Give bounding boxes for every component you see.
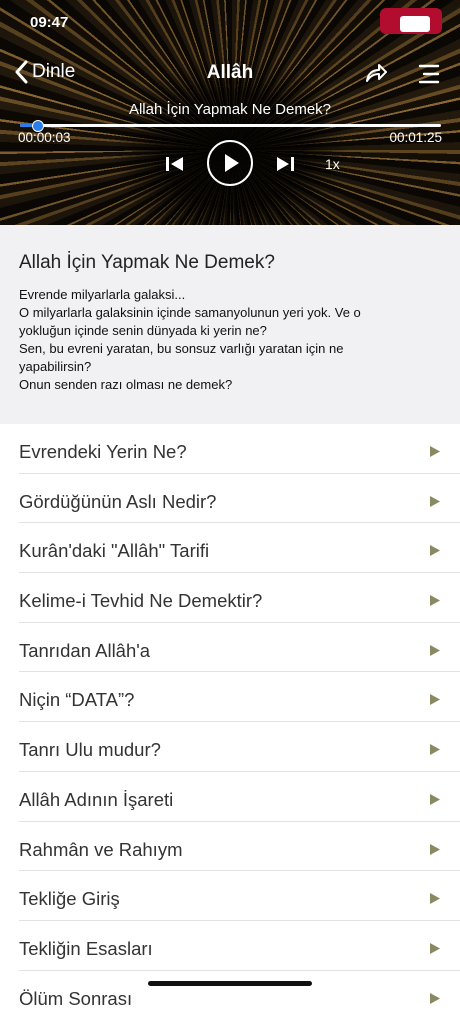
- play-arrow-icon: [429, 942, 441, 960]
- list-item[interactable]: Rahmân ve Rahıym: [0, 822, 460, 872]
- list-item-label: Ölüm Sonrası: [19, 987, 133, 1009]
- play-arrow-icon: [429, 644, 441, 662]
- home-indicator: [148, 981, 312, 986]
- total-time: 00:01:25: [389, 130, 442, 145]
- list-item-label: Allâh Adının İşareti: [19, 788, 174, 810]
- list-item[interactable]: Tekliğe Giriş: [0, 871, 460, 921]
- play-arrow-icon: [429, 594, 441, 612]
- status-time: 09:47: [30, 14, 69, 31]
- chevron-left-icon: [14, 60, 28, 84]
- list-item[interactable]: Allâh Adının İşareti: [0, 772, 460, 822]
- previous-track-icon[interactable]: [165, 156, 185, 177]
- play-arrow-icon: [429, 445, 441, 463]
- play-arrow-icon: [429, 495, 441, 513]
- play-icon: [225, 154, 239, 172]
- play-arrow-icon: [429, 843, 441, 861]
- play-arrow-icon: [429, 743, 441, 761]
- playback-speed-button[interactable]: 1x: [325, 156, 340, 172]
- list-item-label: Kelime-i Tevhid Ne Demektir?: [19, 590, 263, 612]
- description-line: Onun senden razı olması ne demek?: [19, 377, 233, 392]
- list-item-label: Tekliğe Giriş: [19, 888, 120, 910]
- list-item-label: Evrendeki Yerin Ne?: [19, 441, 187, 462]
- play-arrow-icon: [429, 693, 441, 711]
- list-item[interactable]: Kurân'daki "Allâh" Tarifi: [0, 523, 460, 574]
- next-track-icon[interactable]: [275, 156, 295, 177]
- back-label: Dinle: [32, 61, 76, 82]
- play-arrow-icon: [429, 992, 441, 1010]
- description-body: Evrende milyarlarla galaksi... O milyarl…: [19, 286, 429, 394]
- play-arrow-icon: [429, 892, 441, 910]
- list-item-label: Tanrı Ulu mudur?: [19, 739, 161, 761]
- play-arrow-icon: [429, 544, 441, 562]
- track-list: Evrendeki Yerin Ne? Gördüğünün Aslı Nedi…: [0, 424, 460, 1020]
- description-line: Sen, bu evreni yaratan, bu sonsuz varlığ…: [19, 341, 344, 356]
- list-item[interactable]: Gördüğünün Aslı Nedir?: [0, 474, 460, 524]
- battery-icon: [400, 16, 430, 32]
- description-panel: Allah İçin Yapmak Ne Demek? Evrende mily…: [0, 225, 460, 424]
- player-hero: 09:47 Dinle Allâh Allah İçin Yapmak Ne D…: [0, 0, 460, 225]
- list-item[interactable]: Ölüm Sonrası: [0, 971, 460, 1020]
- list-item-label: Rahmân ve Rahıym: [19, 838, 183, 860]
- description-line: Evrende milyarlarla galaksi...: [19, 287, 186, 302]
- share-icon[interactable]: [364, 62, 388, 89]
- description-line: O milyarlarla galaksinin içinde samanyol…: [19, 305, 361, 320]
- list-item-label: Kurân'daki "Allâh" Tarifi: [19, 540, 210, 562]
- list-item-label: Gördüğünün Aslı Nedir?: [19, 490, 217, 512]
- list-item[interactable]: Evrendeki Yerin Ne?: [0, 424, 460, 474]
- list-item-label: Tanrıdan Allâh'a: [19, 639, 151, 661]
- back-button[interactable]: Dinle: [14, 60, 75, 84]
- progress-slider[interactable]: [20, 120, 441, 132]
- list-item[interactable]: Tanrı Ulu mudur?: [0, 722, 460, 772]
- track-title: Allah İçin Yapmak Ne Demek?: [128, 101, 332, 118]
- list-item[interactable]: Kelime-i Tevhid Ne Demektir?: [0, 573, 460, 623]
- playlist-menu-icon[interactable]: [418, 64, 440, 89]
- description-line: yapabilirsin?: [19, 359, 92, 374]
- play-button[interactable]: [207, 140, 253, 186]
- description-title: Allah İçin Yapmak Ne Demek?: [19, 252, 275, 273]
- list-item[interactable]: Niçin “DATA”?: [0, 672, 460, 723]
- list-item-label: Tekliğin Esasları: [19, 937, 153, 959]
- elapsed-time: 00:00:03: [18, 130, 71, 145]
- list-item-label: Niçin “DATA”?: [19, 689, 135, 711]
- list-item[interactable]: Tanrıdan Allâh'a: [0, 623, 460, 673]
- play-arrow-icon: [429, 793, 441, 811]
- description-line: yokluğun içinde senin dünyada ki yerin n…: [19, 323, 267, 338]
- list-item[interactable]: Tekliğin Esasları: [0, 921, 460, 971]
